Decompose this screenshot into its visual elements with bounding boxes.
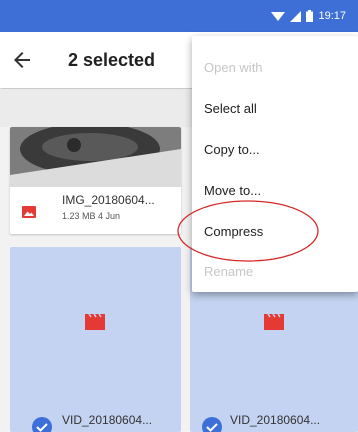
- selection-count-title: 2 selected: [68, 50, 156, 70]
- arrow-back-icon[interactable]: [10, 48, 34, 72]
- image-file-icon: [22, 206, 36, 218]
- menu-item-move-to[interactable]: Move to...: [204, 181, 261, 201]
- status-time: 19:17: [318, 10, 346, 22]
- status-bar: 19:17: [0, 0, 358, 32]
- check-circle-icon[interactable]: [32, 417, 52, 432]
- video-file-icon: [85, 314, 105, 330]
- file-name: VID_20180604...: [230, 413, 321, 427]
- menu-item-open-with: Open with: [204, 60, 263, 75]
- signal-icon: [290, 10, 302, 22]
- file-card-video[interactable]: VID_20180604...: [10, 247, 181, 432]
- file-name: IMG_20180604...: [62, 193, 155, 207]
- video-file-icon: [264, 314, 284, 330]
- file-card-image[interactable]: IMG_20180604... 1.23 MB 4 Jun: [10, 127, 181, 234]
- menu-item-compress[interactable]: Compress: [204, 222, 263, 242]
- overflow-menu: Open with Select all Copy to... Move to.…: [192, 36, 358, 292]
- file-name: VID_20180604...: [62, 413, 153, 427]
- check-circle-icon[interactable]: [202, 417, 222, 432]
- battery-icon: [306, 10, 314, 22]
- image-thumbnail: [10, 127, 181, 187]
- wifi-icon: [271, 11, 286, 21]
- file-meta: 1.23 MB 4 Jun: [62, 211, 121, 221]
- menu-item-rename: Rename: [204, 264, 254, 279]
- menu-item-copy-to[interactable]: Copy to...: [204, 140, 260, 160]
- menu-item-select-all[interactable]: Select all: [204, 99, 257, 119]
